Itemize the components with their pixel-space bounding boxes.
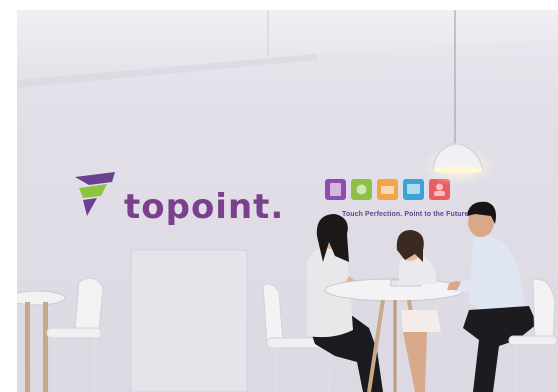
office-photo: topoint. Touch Perfection. Point to the …: [17, 10, 558, 392]
wall-panel: [130, 249, 248, 392]
brand-wordmark: topoint.: [124, 187, 285, 227]
icon-tiles: [325, 179, 450, 200]
photo-illustration: [17, 10, 558, 392]
brand-tagline: Touch Perfection. Point to the Future.: [342, 211, 471, 218]
